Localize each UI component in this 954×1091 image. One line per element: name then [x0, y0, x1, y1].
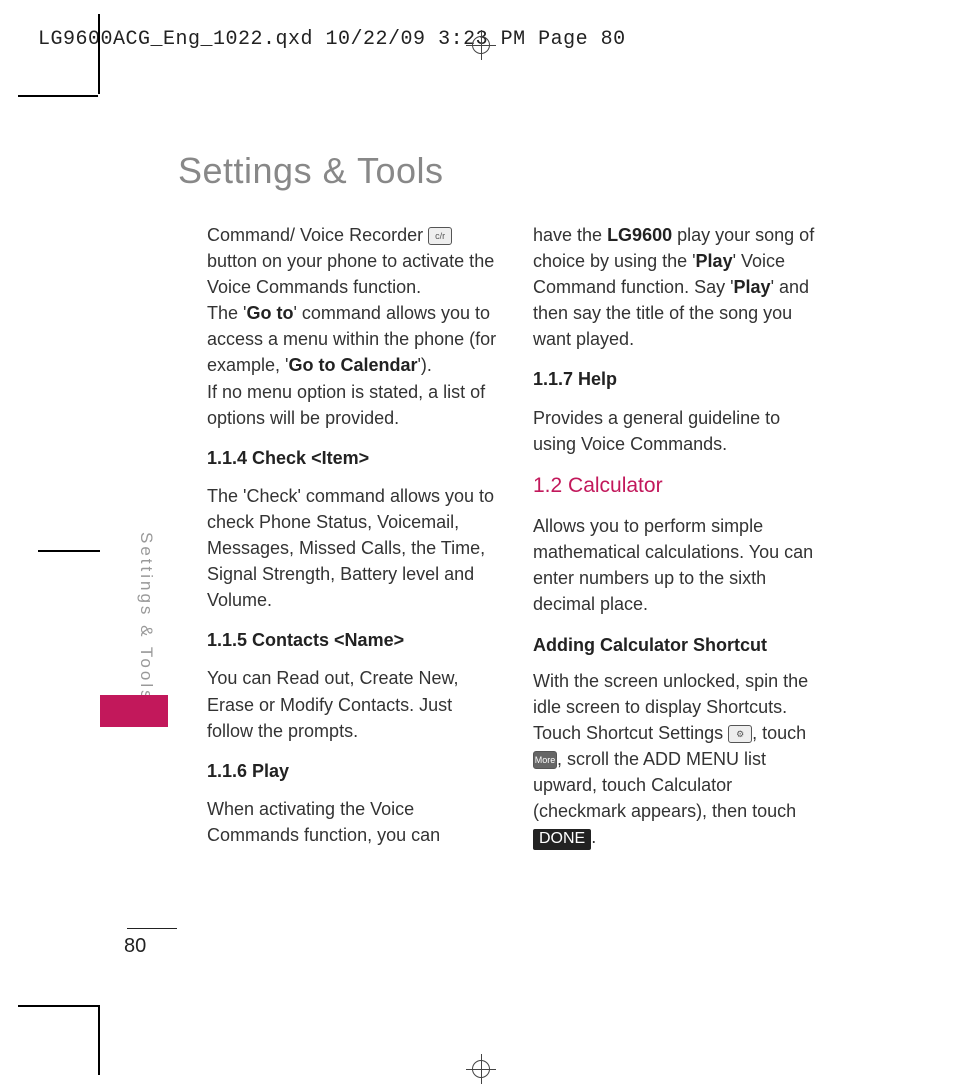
- more-icon: More: [533, 751, 557, 769]
- body-text: Allows you to perform simple mathematica…: [533, 513, 825, 617]
- heading-1-2-calculator: 1.2 Calculator: [533, 471, 825, 501]
- body-text: When activating the Voice Commands funct…: [207, 796, 499, 848]
- body-text: Command/ Voice Recorder c/r button on yo…: [207, 222, 499, 431]
- done-button-graphic: DONE: [533, 829, 591, 850]
- heading-1-1-6: 1.1.6 Play: [207, 758, 499, 784]
- page-number: 80: [124, 935, 146, 958]
- body-text: The 'Check' command allows you to check …: [207, 483, 499, 613]
- crop-mark: [18, 1005, 98, 1007]
- crop-mark: [98, 14, 100, 94]
- registration-mark-bottom: [472, 1060, 502, 1090]
- registration-mark-top: [472, 36, 502, 66]
- body-text: Provides a general guideline to using Vo…: [533, 405, 825, 457]
- gear-icon: ⚙: [728, 725, 752, 743]
- page-number-rule: [127, 928, 177, 929]
- content-columns: Command/ Voice Recorder c/r button on yo…: [207, 222, 827, 864]
- page-title: Settings & Tools: [178, 150, 443, 192]
- body-text: With the screen unlocked, spin the idle …: [533, 668, 825, 851]
- heading-1-1-7: 1.1.7 Help: [533, 366, 825, 392]
- side-section-label: Settings & Tools: [136, 532, 156, 702]
- subheading-adding-shortcut: Adding Calculator Shortcut: [533, 632, 825, 658]
- column-right: have the LG9600 play your song of choice…: [533, 222, 825, 864]
- body-text: You can Read out, Create New, Erase or M…: [207, 665, 499, 743]
- crop-mark: [38, 550, 100, 552]
- voice-recorder-key-icon: c/r: [428, 227, 452, 245]
- heading-1-1-4: 1.1.4 Check <Item>: [207, 445, 499, 471]
- heading-1-1-5: 1.1.5 Contacts <Name>: [207, 627, 499, 653]
- crop-mark: [98, 1005, 100, 1075]
- side-accent-bar: [100, 695, 168, 727]
- crop-mark: [18, 95, 98, 97]
- column-left: Command/ Voice Recorder c/r button on yo…: [207, 222, 499, 864]
- body-text: have the LG9600 play your song of choice…: [533, 222, 825, 352]
- preflight-header: LG9600ACG_Eng_1022.qxd 10/22/09 3:23 PM …: [38, 28, 626, 51]
